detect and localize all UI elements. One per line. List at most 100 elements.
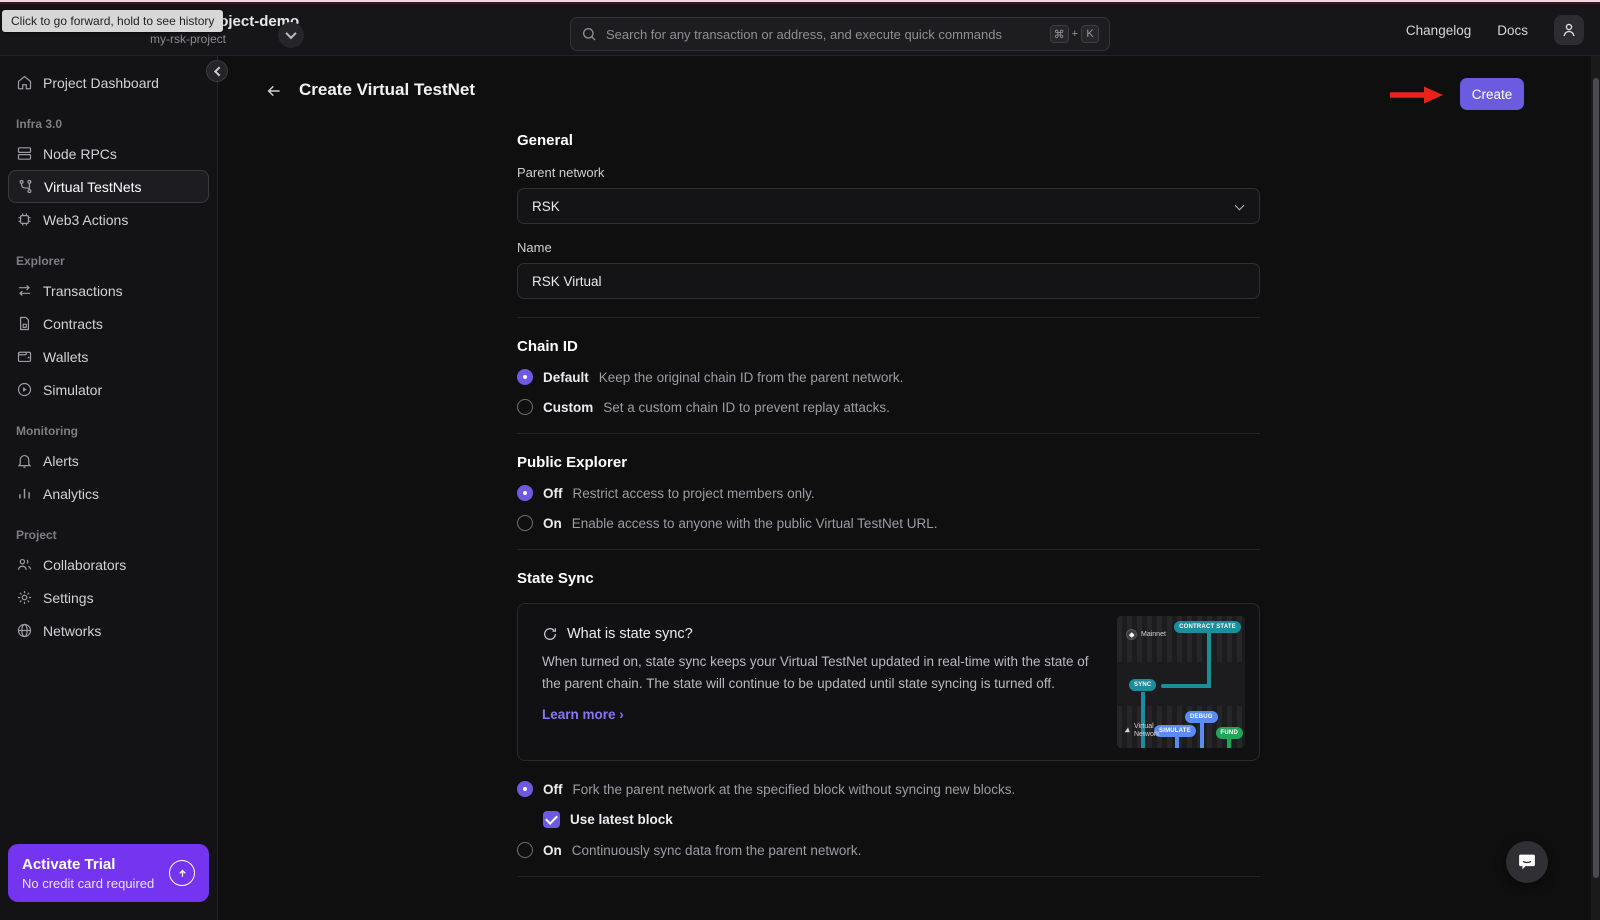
sidebar-item-simulator[interactable]: Simulator: [0, 373, 217, 406]
divider: [517, 876, 1260, 877]
radio-selected-icon[interactable]: [517, 485, 533, 501]
fund-badge: FUND: [1216, 727, 1243, 739]
use-latest-block-row[interactable]: Use latest block: [543, 811, 1260, 828]
sidebar-item-transactions[interactable]: Transactions: [0, 274, 217, 307]
sidebar: Project Dashboard Infra 3.0 Node RPCs Vi…: [0, 56, 218, 920]
public-explorer-option-on[interactable]: On Enable access to anyone with the publ…: [517, 515, 1260, 531]
chain-id-option-default[interactable]: Default Keep the original chain ID from …: [517, 369, 1260, 385]
mainnet-icon: [1126, 629, 1137, 640]
user-icon: [1560, 21, 1578, 39]
shortcut-plus: +: [1072, 28, 1078, 40]
sidebar-section-infra: Infra 3.0: [0, 99, 217, 137]
sync-badge: SYNC: [1129, 679, 1156, 691]
parent-network-label: Parent network: [517, 165, 1260, 180]
project-dropdown-button[interactable]: [278, 22, 304, 48]
radio-label: Default: [543, 370, 589, 385]
server-icon: [16, 145, 33, 162]
learn-more-link[interactable]: Learn more ›: [542, 707, 624, 722]
user-menu-button[interactable]: [1554, 15, 1584, 45]
annotation-arrow-icon: [1388, 85, 1444, 110]
radio-selected-icon[interactable]: [517, 781, 533, 797]
docs-link[interactable]: Docs: [1497, 23, 1528, 38]
sidebar-item-web3-actions[interactable]: Web3 Actions: [0, 203, 217, 236]
radio-unselected-icon[interactable]: [517, 399, 533, 415]
virtual-network-label: Virtual Network: [1126, 723, 1166, 741]
contract-state-badge: CONTRACT STATE: [1174, 621, 1241, 633]
sidebar-item-label: Alerts: [43, 453, 79, 469]
sidebar-section-explorer: Explorer: [0, 236, 217, 274]
create-button[interactable]: Create: [1460, 78, 1524, 110]
sidebar-item-label: Wallets: [43, 349, 88, 365]
chat-launcher-button[interactable]: [1506, 841, 1548, 883]
radio-label: Custom: [543, 400, 593, 415]
sidebar-item-collaborators[interactable]: Collaborators: [0, 548, 217, 581]
sidebar-item-label: Networks: [43, 623, 101, 639]
global-search[interactable]: ⌘ + K: [570, 17, 1110, 51]
radio-label: Off: [543, 782, 563, 797]
chevron-down-icon: [285, 28, 296, 39]
create-testnet-form: General Parent network RSK Name Chain ID…: [517, 132, 1260, 877]
parent-network-value: RSK: [532, 199, 560, 214]
sidebar-section-monitoring: Monitoring: [0, 406, 217, 444]
trial-subtitle: No credit card required: [22, 876, 169, 891]
general-heading: General: [517, 132, 1260, 149]
chain-id-option-custom[interactable]: Custom Set a custom chain ID to prevent …: [517, 399, 1260, 415]
scrollbar-thumb[interactable]: [1593, 78, 1599, 878]
chevron-down-icon: [1235, 201, 1245, 211]
radio-selected-icon[interactable]: [517, 369, 533, 385]
state-sync-illustration: Mainnet CONTRACT STATE SYNC DEBUG SIMULA…: [1117, 616, 1245, 748]
state-sync-option-on[interactable]: On Continuously sync data from the paren…: [517, 842, 1260, 858]
divider: [517, 549, 1260, 550]
radio-description: Continuously sync data from the parent n…: [572, 843, 862, 858]
sidebar-item-node-rpcs[interactable]: Node RPCs: [0, 137, 217, 170]
bell-icon: [16, 452, 33, 469]
sidebar-item-label: Settings: [43, 590, 94, 606]
sidebar-item-virtual-testnets[interactable]: Virtual TestNets: [8, 170, 209, 203]
name-input[interactable]: [532, 274, 1245, 289]
radio-unselected-icon[interactable]: [517, 842, 533, 858]
sidebar-collapse-button[interactable]: [206, 60, 228, 82]
sidebar-item-settings[interactable]: Settings: [0, 581, 217, 614]
public-explorer-heading: Public Explorer: [517, 454, 1260, 471]
sidebar-item-project-dashboard[interactable]: Project Dashboard: [0, 66, 217, 99]
state-sync-option-off[interactable]: Off Fork the parent network at the speci…: [517, 781, 1260, 797]
checkbox-label: Use latest block: [570, 812, 673, 827]
state-sync-info-body: When turned on, state sync keeps your Vi…: [542, 651, 1107, 694]
back-button[interactable]: [265, 82, 283, 105]
chip-icon: [16, 211, 33, 228]
sidebar-item-contracts[interactable]: Contracts: [0, 307, 217, 340]
arrow-up-circle-icon: [169, 860, 195, 886]
radio-description: Set a custom chain ID to prevent replay …: [603, 400, 890, 415]
changelog-link[interactable]: Changelog: [1406, 23, 1471, 38]
globe-icon: [16, 622, 33, 639]
sidebar-item-alerts[interactable]: Alerts: [0, 444, 217, 477]
parent-network-select[interactable]: RSK: [517, 188, 1260, 224]
state-sync-heading: State Sync: [517, 570, 1260, 587]
project-subtitle: my-rsk-project: [150, 32, 218, 46]
radio-unselected-icon[interactable]: [517, 515, 533, 531]
checkbox-checked-icon[interactable]: [543, 811, 560, 828]
radio-label: On: [543, 843, 562, 858]
sidebar-item-networks[interactable]: Networks: [0, 614, 217, 647]
page-title: Create Virtual TestNet: [299, 80, 475, 100]
search-input[interactable]: [606, 27, 1050, 42]
name-label: Name: [517, 240, 1260, 255]
sidebar-item-analytics[interactable]: Analytics: [0, 477, 217, 510]
state-sync-info-card: What is state sync? When turned on, stat…: [517, 603, 1260, 761]
debug-badge: DEBUG: [1185, 711, 1218, 723]
activate-trial-banner[interactable]: Activate Trial No credit card required: [8, 844, 209, 902]
wallet-icon: [16, 348, 33, 365]
sidebar-item-wallets[interactable]: Wallets: [0, 340, 217, 373]
sync-icon: [542, 626, 558, 642]
radio-description: Restrict access to project members only.: [573, 486, 815, 501]
gear-icon: [16, 589, 33, 606]
sidebar-item-label: Simulator: [43, 382, 102, 398]
scrollbar[interactable]: [1591, 56, 1600, 920]
sidebar-item-label: Transactions: [43, 283, 123, 299]
radio-description: Fork the parent network at the specified…: [573, 782, 1016, 797]
search-icon: [581, 26, 597, 42]
state-sync-info-title: What is state sync?: [567, 626, 693, 642]
cursor-icon: [1125, 728, 1132, 735]
chain-id-heading: Chain ID: [517, 338, 1260, 355]
public-explorer-option-off[interactable]: Off Restrict access to project members o…: [517, 485, 1260, 501]
